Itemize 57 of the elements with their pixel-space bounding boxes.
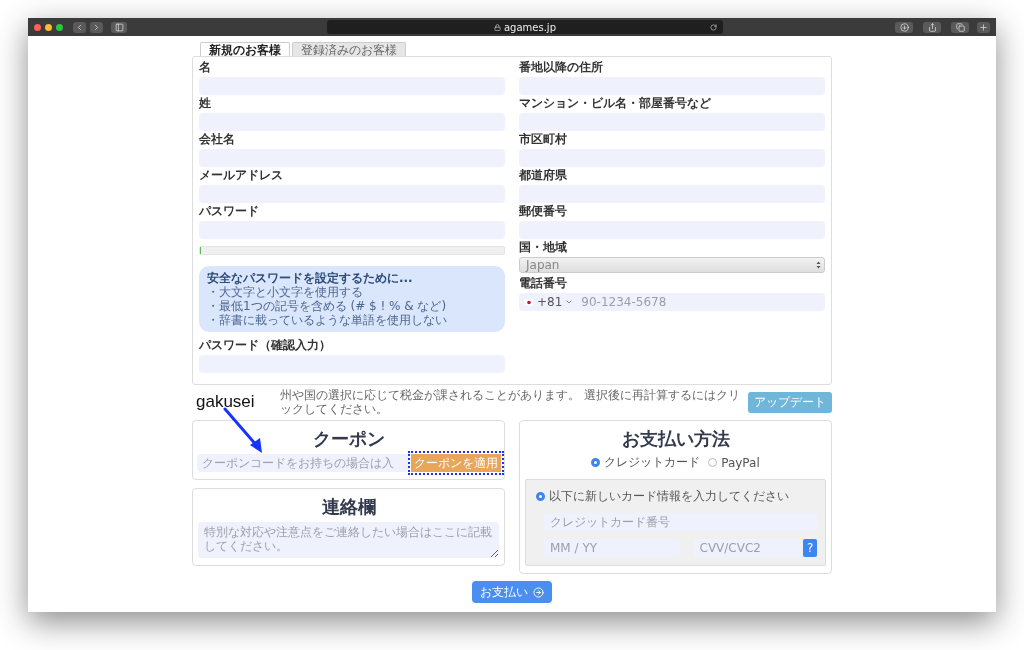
field-label: 姓	[199, 96, 211, 110]
field-label: 会社名	[199, 132, 235, 146]
field-label: 番地以降の住所	[519, 60, 603, 74]
card-option-radio[interactable]: 以下に新しいカード情報を入力してください	[536, 488, 817, 505]
card-title: クーポン	[312, 428, 385, 450]
chevron-left-icon	[75, 22, 84, 32]
hint-item: ・最低1つの記号を含める (# $ ! % & など)	[207, 299, 447, 313]
notes-field[interactable]: 特別な対応や注意点をご連絡したい場合はここに記載してください。	[198, 522, 499, 558]
share-icon	[927, 22, 937, 32]
stepper-icon	[816, 261, 821, 269]
hint-title: 安全なパスワードを設定するために...	[207, 271, 413, 285]
field-label: マンション・ビル名・部屋番号など	[519, 96, 711, 110]
tax-notice: 州や国の選択に応じて税金が課されることがあります。 選択後に再計算するにはクリックしてください。	[280, 388, 740, 416]
field-label: 都道府県	[519, 168, 567, 182]
country-code-button[interactable]: +81	[524, 295, 578, 309]
caret-icon	[565, 298, 574, 306]
card-title: 連絡欄	[321, 496, 376, 518]
hint-item: ・辞書に載っているような単語を使用しない	[207, 313, 447, 327]
minimize-icon[interactable]	[45, 23, 52, 31]
card-number-field[interactable]: クレジットカード番号	[544, 513, 817, 531]
card-title: お支払い方法	[621, 428, 730, 450]
close-icon[interactable]	[34, 23, 41, 31]
coupon-field[interactable]: クーポンコードをお持ちの場合は入	[196, 454, 409, 472]
download-button[interactable]	[895, 21, 913, 33]
address-bar[interactable]: agames.jp	[327, 20, 723, 34]
share-button[interactable]	[923, 21, 941, 33]
tabs-button[interactable]	[951, 21, 969, 33]
forward-button[interactable]	[90, 21, 103, 33]
chevron-right-icon	[92, 22, 101, 32]
field-label: メールアドレス	[199, 168, 283, 182]
field-label: パスワード	[199, 204, 259, 218]
reload-icon[interactable]	[710, 23, 717, 31]
flag-icon	[524, 298, 534, 306]
sidebar-icon	[114, 22, 124, 32]
dial-code: +81	[537, 295, 563, 309]
annotation-text: gakusei	[195, 392, 256, 412]
new-tab-button[interactable]	[977, 21, 990, 33]
field-label: 電話番号	[519, 276, 567, 290]
lock-icon	[494, 23, 501, 31]
maximize-icon[interactable]	[56, 23, 63, 31]
payment-radio[interactable]: PayPal	[708, 454, 760, 471]
field-label: 国・地域	[519, 240, 567, 254]
plus-icon	[979, 22, 988, 32]
sidebar-button[interactable]	[111, 21, 127, 33]
field-label: 郵便番号	[519, 204, 567, 218]
cvv-help-button[interactable]: ?	[803, 539, 817, 557]
payment-radio[interactable]: クレジットカード	[591, 454, 701, 471]
phone-field[interactable]: +81 90-1234-5678	[519, 293, 825, 311]
field-label: 市区町村	[519, 132, 567, 146]
tabs-icon	[955, 22, 965, 32]
expiry-field[interactable]: MM / YY	[544, 539, 680, 557]
field-label: 名	[199, 60, 211, 74]
field-label: パスワード（確認入力）	[199, 338, 331, 352]
back-button[interactable]	[73, 21, 86, 33]
hint-item: ・大文字と小文字を使用する	[207, 285, 363, 299]
download-icon	[899, 22, 909, 32]
cvv-field[interactable]: CVV/CVC2	[693, 539, 802, 557]
